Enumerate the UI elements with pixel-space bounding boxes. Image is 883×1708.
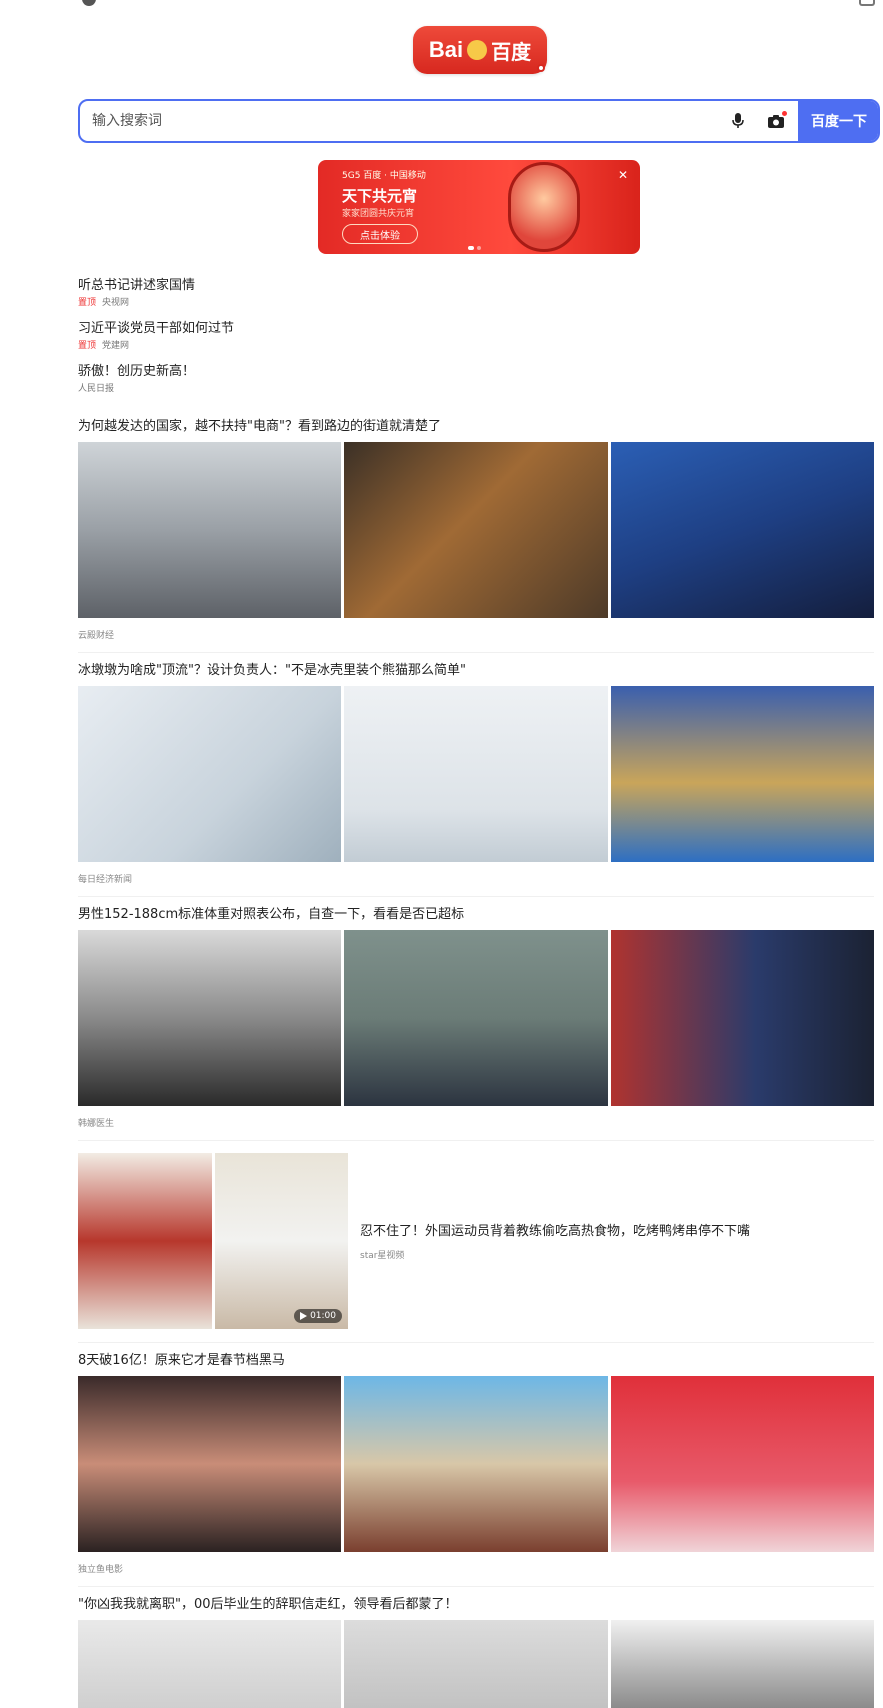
search-input[interactable] — [80, 101, 726, 141]
video-duration: 01:00 — [294, 1309, 342, 1323]
lantern-image — [508, 162, 580, 252]
letter-image — [78, 1620, 342, 1708]
banner-title: 天下共元宵 — [342, 187, 418, 205]
paw-icon — [467, 40, 488, 60]
soda-image — [78, 1153, 212, 1329]
banner-cta-button[interactable]: 点击体验 — [342, 224, 418, 244]
skier-image — [344, 686, 608, 862]
designer-portrait-image — [78, 686, 342, 862]
hot-news-title[interactable]: 骄傲！创历史新高！ — [78, 363, 678, 381]
hot-news-source: 央视网 — [102, 298, 130, 308]
hot-news-meta: 置顶 央视网 — [78, 297, 678, 309]
banner-brands: 5G5 百度 · 中国移动 — [342, 171, 426, 181]
search-button[interactable]: 百度一下 — [798, 101, 878, 141]
video-source: star星视频 — [360, 1251, 405, 1261]
skewers-image — [214, 1153, 348, 1329]
divider — [78, 1342, 874, 1343]
feed-source: 独立鱼电影 — [78, 1565, 124, 1575]
feed-title[interactable]: 冰墩墩为啥成"顶流"？设计负责人："不是冰壳里装个熊猫那么简单" — [78, 662, 466, 680]
banner-pagination — [468, 246, 481, 250]
form-image — [344, 1620, 608, 1708]
hot-news-meta: 置顶 党建网 — [78, 340, 678, 352]
portraits-image — [610, 930, 874, 1106]
camera-icon[interactable] — [764, 109, 788, 133]
feed-source: 每日经济新闻 — [78, 875, 133, 885]
stressed-man-image — [78, 930, 342, 1106]
close-icon[interactable]: ✕ — [616, 168, 630, 182]
feed-source: 韩娜医生 — [78, 1119, 115, 1129]
hot-news-item[interactable]: 听总书记讲述家国情 置顶 央视网 — [78, 277, 678, 309]
logo-badge-icon — [537, 64, 545, 72]
office-image — [610, 1620, 874, 1708]
pagination-dot[interactable] — [468, 246, 474, 250]
hot-news-item[interactable]: 习近平谈党员干部如何过节 置顶 党建网 — [78, 320, 678, 352]
video-thumbnail[interactable]: 01:00 — [78, 1153, 348, 1329]
feed-image-row[interactable] — [78, 1376, 874, 1552]
baidu-logo[interactable]: Bai 百度 — [413, 26, 547, 74]
poster-image — [344, 1376, 608, 1552]
play-icon — [300, 1312, 308, 1320]
keyboard-cart-image — [610, 442, 874, 618]
feed-image-row[interactable] — [78, 442, 874, 618]
divider — [78, 1140, 874, 1141]
banner-subtitle: 家家团圆共庆元宵 — [342, 209, 415, 219]
hot-news-source: 党建网 — [102, 341, 130, 351]
hot-news-title[interactable]: 听总书记讲述家国情 — [78, 277, 678, 295]
divider — [78, 652, 874, 653]
illustration-image — [344, 930, 608, 1106]
divider — [78, 896, 874, 897]
video-title[interactable]: 忍不住了！外国运动员背着教练偷吃高热食物，吃烤鸭烤串停不下嘴 — [360, 1220, 750, 1239]
feed-title[interactable]: 为何越发达的国家，越不扶持"电商"？看到路边的街道就清楚了 — [78, 418, 441, 436]
feed-source: 云殿财经 — [78, 631, 115, 641]
microphone-icon[interactable] — [726, 109, 750, 133]
search-bar: 百度一下 — [78, 99, 880, 143]
feed-title[interactable]: "你凶我我就离职"，00后毕业生的辞职信走红，领导看后都蒙了！ — [78, 1596, 458, 1614]
director-image — [610, 1376, 874, 1552]
hot-news-meta: 人民日报 — [78, 383, 678, 395]
divider — [78, 1586, 874, 1587]
mascot-image — [610, 686, 874, 862]
promo-banner[interactable]: 5G5 百度 · 中国移动 天下共元宵 家家团圆共庆元宵 点击体验 ✕ — [318, 160, 640, 254]
crowd-image — [344, 442, 608, 618]
camera-badge-icon — [782, 111, 787, 116]
street-image — [78, 442, 342, 618]
feed-title[interactable]: 男性152-188cm标准体重对照表公布，自查一下，看看是否已超标 — [78, 906, 464, 924]
video-duration-text: 01:00 — [310, 1311, 336, 1321]
feed-image-row[interactable] — [78, 686, 874, 862]
pin-badge: 置顶 — [78, 341, 97, 351]
feed-image-row[interactable] — [78, 930, 874, 1106]
pin-badge: 置顶 — [78, 298, 97, 308]
hot-news-item[interactable]: 骄傲！创历史新高！ 人民日报 — [78, 363, 678, 395]
pagination-dot[interactable] — [477, 246, 481, 250]
logo-text-left: Bai — [428, 37, 464, 62]
logo-text-right: 百度 — [491, 39, 532, 64]
top-right-icon[interactable] — [859, 0, 875, 6]
top-left-icon[interactable] — [82, 0, 96, 6]
hot-news-title[interactable]: 习近平谈党员干部如何过节 — [78, 320, 678, 338]
feed-title[interactable]: 8天破16亿！原来它才是春节档黑马 — [78, 1352, 285, 1370]
hot-news-source: 人民日报 — [78, 384, 115, 394]
feed-image-row[interactable] — [78, 1620, 874, 1708]
film-still-image — [78, 1376, 342, 1552]
